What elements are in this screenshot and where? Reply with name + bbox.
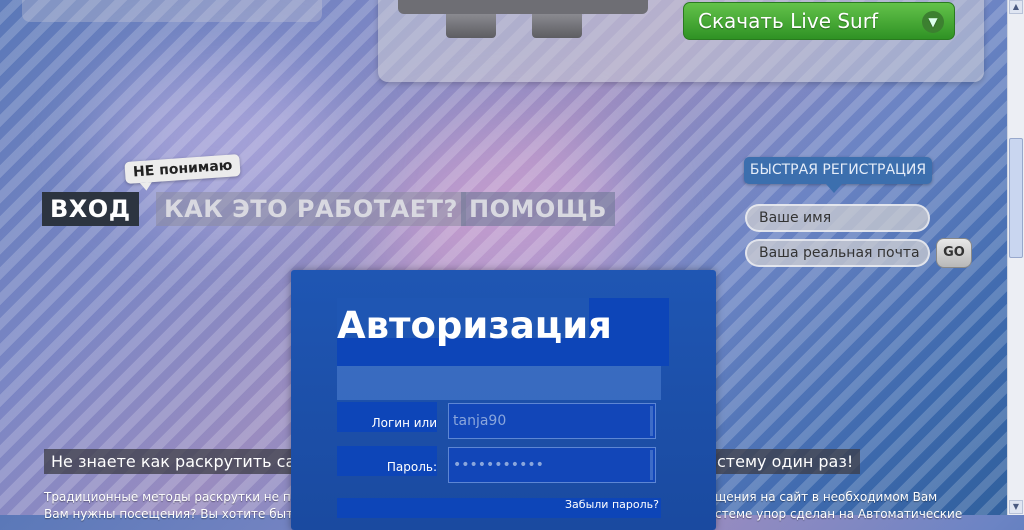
scrollbar-thumb[interactable] bbox=[1009, 138, 1023, 258]
monitor-illustration bbox=[398, 0, 648, 14]
vertical-scrollbar[interactable]: ▲ ▼ bbox=[1007, 0, 1024, 515]
description-right: щения на сайт в необходимом Вам стеме уп… bbox=[715, 489, 962, 523]
monitor-stand bbox=[446, 14, 496, 38]
password-input[interactable]: ••••••••••• bbox=[448, 447, 656, 483]
reg-go-button[interactable]: GO bbox=[936, 238, 972, 268]
auth-band bbox=[337, 366, 661, 400]
scroll-down-icon[interactable]: ▼ bbox=[1009, 500, 1023, 514]
login-input[interactable]: tanja90 bbox=[448, 403, 656, 439]
auth-dialog: Авторизация Логин или Email: tanja90 Пар… bbox=[291, 270, 716, 530]
login-label: Логин или Email: bbox=[337, 402, 437, 472]
reg-name-input[interactable]: Ваше имя bbox=[745, 204, 930, 232]
quick-registration-title: БЫСТРАЯ РЕГИСТРАЦИЯ bbox=[744, 157, 932, 193]
description-line: Традиционные методы раскрутки не прино bbox=[44, 490, 322, 504]
download-button-label: Скачать Live Surf bbox=[698, 9, 878, 33]
nav-help[interactable]: ПОМОЩЬ bbox=[461, 192, 615, 226]
description-left: Традиционные методы раскрутки не прино В… bbox=[44, 489, 321, 523]
promo-heading-right: стему один раз! bbox=[710, 449, 861, 474]
top-left-panel bbox=[22, 0, 322, 22]
auth-title: Авторизация bbox=[337, 304, 612, 347]
password-label: Пароль: bbox=[337, 446, 437, 476]
reg-email-input[interactable]: Ваша реальная почта bbox=[745, 239, 930, 267]
monitor-stand bbox=[532, 14, 582, 38]
nav-how-it-works[interactable]: КАК ЭТО РАБОТАЕТ? bbox=[156, 192, 466, 226]
promo-heading-left: Не знаете как раскрутить сайт bbox=[44, 449, 322, 474]
nav-login[interactable]: ВХОД bbox=[42, 192, 139, 226]
login-value: tanja90 bbox=[453, 413, 507, 429]
input-edge bbox=[650, 406, 653, 436]
description-line: щения на сайт в необходимом Вам bbox=[715, 490, 938, 504]
password-value: ••••••••••• bbox=[453, 457, 544, 473]
download-button[interactable]: Скачать Live Surf ▼ bbox=[683, 2, 955, 40]
scroll-up-icon[interactable]: ▲ bbox=[1009, 0, 1023, 14]
input-edge bbox=[650, 450, 653, 480]
forgot-password-link[interactable]: Забыли пароль? bbox=[565, 498, 659, 511]
arrow-down-icon: ▼ bbox=[922, 11, 944, 33]
